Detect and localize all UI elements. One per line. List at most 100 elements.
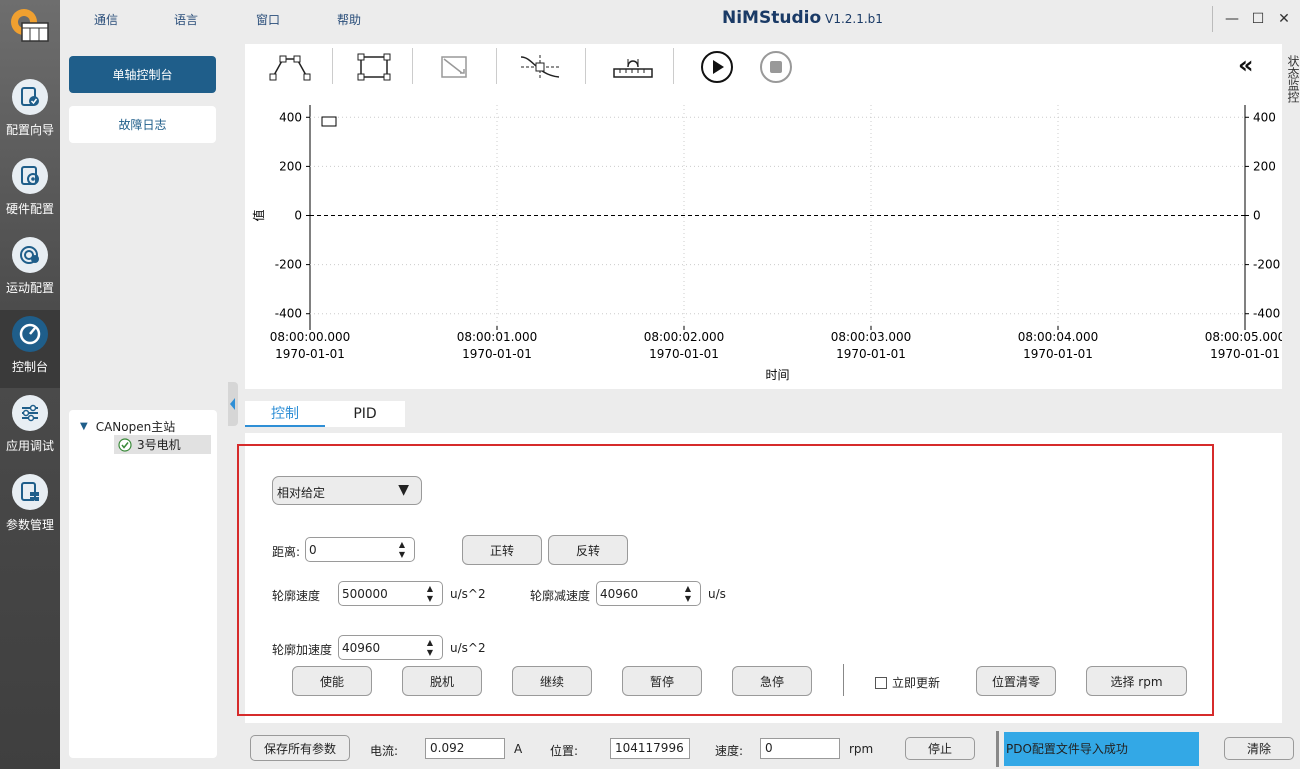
stop-icon <box>760 51 792 83</box>
profile-accel-spinbox[interactable]: 40960 ▲ ▼ <box>338 635 443 660</box>
rail-item-label: 参数管理 <box>5 518 54 532</box>
position-field[interactable]: 104117996 <box>610 738 690 759</box>
menu-window[interactable]: 窗口 <box>256 11 280 28</box>
ruler-measure-icon <box>613 59 653 78</box>
y-axis-label: 值 <box>251 209 266 221</box>
profile-speed-spinbox[interactable]: 500000 ▲ ▼ <box>338 581 443 606</box>
menu-communication[interactable]: 通信 <box>94 11 118 28</box>
collapse-left-panel-tab[interactable] <box>228 382 238 426</box>
resume-button[interactable]: 继续 <box>512 666 592 696</box>
bezier-path-icon <box>269 55 311 81</box>
stop-button[interactable]: 停止 <box>905 737 975 760</box>
reverse-button[interactable]: 反转 <box>548 535 628 565</box>
update-now-checkbox[interactable]: 立即更新 <box>875 674 940 691</box>
pause-button[interactable]: 暂停 <box>622 666 702 696</box>
rail-item-app-debug[interactable]: 应用调试 <box>0 389 60 467</box>
tree-child-label: 3号电机 <box>137 438 181 452</box>
param-manage-icon <box>21 482 39 501</box>
tree-root[interactable]: ▼ CANopen主站 <box>80 418 175 435</box>
current-field[interactable]: 0.092 <box>425 738 505 759</box>
x-tick-label-time: 08:00:04.000 <box>1018 330 1099 344</box>
hardware-config-icon <box>21 166 39 185</box>
title-bar: 通信 语言 窗口 帮助 NiMStudio V1.2.1.b1 — ☐ ✕ <box>60 0 1300 38</box>
enable-button[interactable]: 使能 <box>292 666 372 696</box>
zoom-tool-button[interactable] <box>430 49 480 85</box>
x-tick-label-time: 08:00:01.000 <box>457 330 538 344</box>
y-tick-label-right: 0 <box>1253 209 1261 223</box>
close-button[interactable]: ✕ <box>1274 9 1294 29</box>
status-monitor-tab[interactable]: 状态监控 <box>1283 55 1300 103</box>
profile-accel-label: 轮廓加速度 <box>272 643 333 657</box>
collapse-right-panel-button[interactable]: « <box>1238 51 1254 79</box>
stop-record-button[interactable] <box>758 49 794 85</box>
console-gauge-icon <box>19 323 41 345</box>
tree-child-motor[interactable]: 3号电机 <box>114 435 211 454</box>
cursor-tool-button[interactable] <box>517 49 563 85</box>
spin-arrows-icon[interactable]: ▲ ▼ <box>421 584 439 604</box>
spin-arrows-icon[interactable]: ▲ ▼ <box>393 540 411 560</box>
tab-control[interactable]: 控制 <box>245 401 325 427</box>
emergency-stop-button[interactable]: 急停 <box>732 666 812 696</box>
rail-item-param-manage[interactable]: 参数管理 <box>0 468 60 546</box>
chevron-left-icon <box>230 398 235 410</box>
minimize-button[interactable]: — <box>1222 9 1242 29</box>
save-all-params-button[interactable]: 保存所有参数 <box>250 735 350 761</box>
profile-decel-label: 轮廓减速度 <box>530 589 591 603</box>
menu-language[interactable]: 语言 <box>174 11 198 28</box>
profile-decel-value: 40960 <box>600 587 639 601</box>
forward-button[interactable]: 正转 <box>462 535 542 565</box>
tab-pid[interactable]: PID <box>325 401 405 427</box>
distance-value: 0 <box>309 543 317 557</box>
rail-item-label: 配置向导 <box>5 123 54 137</box>
position-label: 位置: <box>550 744 579 758</box>
x-tick-label-time: 08:00:05.000 <box>1205 330 1282 344</box>
curve-cursor-icon <box>520 55 560 79</box>
check-circle-icon <box>118 437 132 452</box>
y-tick-label-right: 400 <box>1253 110 1276 124</box>
spin-arrows-icon[interactable]: ▲ ▼ <box>679 584 697 604</box>
speed-field[interactable]: 0 <box>760 738 840 759</box>
maximize-button[interactable]: ☐ <box>1248 9 1268 29</box>
x-tick-label-date: 1970-01-01 <box>1023 347 1093 361</box>
ruler-tool-button[interactable] <box>607 49 659 85</box>
speed-unit: rpm <box>849 742 874 756</box>
current-label: 电流: <box>370 744 399 758</box>
rail-item-config-wizard[interactable]: 配置向导 <box>0 73 60 151</box>
realtime-chart: 400 400 200 200 0 0 -200 -200 -400 -400 08:00:00.0… <box>245 89 1285 389</box>
status-message: PDO配置文件导入成功 <box>1004 732 1199 766</box>
profile-decel-spinbox[interactable]: 40960 ▲ ▼ <box>596 581 701 606</box>
app-title: NiMStudio V1.2.1.b1 <box>722 8 883 28</box>
single-axis-console-button[interactable]: 单轴控制台 <box>69 56 216 93</box>
x-tick-label-time: 08:00:00.000 <box>270 330 351 344</box>
path-tool-button[interactable] <box>265 49 315 85</box>
menu-help[interactable]: 帮助 <box>337 11 361 28</box>
fault-log-button[interactable]: 故障日志 <box>69 106 216 143</box>
spin-arrows-icon[interactable]: ▲ ▼ <box>421 638 439 658</box>
motion-config-icon <box>20 246 39 264</box>
y-tick-label-right: -200 <box>1253 258 1280 272</box>
expand-arrow-icon[interactable]: ▼ <box>80 421 88 432</box>
select-box-tool-button[interactable] <box>350 49 398 85</box>
profile-accel-unit: u/s^2 <box>450 641 486 655</box>
rail-item-hardware-config[interactable]: 硬件配置 <box>0 152 60 230</box>
distance-spinbox[interactable]: 0 ▲ ▼ <box>305 537 415 562</box>
select-rpm-button[interactable]: 选择 rpm <box>1086 666 1187 696</box>
play-button[interactable] <box>699 49 735 85</box>
chart-svg: 400 400 200 200 0 0 -200 -200 -400 -400 08:00:00.0… <box>251 105 1285 382</box>
clear-log-button[interactable]: 清除 <box>1224 737 1294 760</box>
rail-item-motion-config[interactable]: 运动配置 <box>0 231 60 309</box>
chevron-down-icon: ▼ <box>398 482 409 498</box>
play-icon <box>701 51 733 83</box>
mode-dropdown-value: 相对给定 <box>277 486 326 500</box>
rail-item-label: 控制台 <box>11 360 48 374</box>
app-version: V1.2.1.b1 <box>825 12 883 26</box>
mode-dropdown[interactable]: 相对给定 ▼ <box>272 476 422 505</box>
y-tick-label-left: 400 <box>279 110 302 124</box>
disengage-button[interactable]: 脱机 <box>402 666 482 696</box>
clear-position-button[interactable]: 位置清零 <box>976 666 1056 696</box>
y-tick-label-left: 0 <box>294 209 302 223</box>
x-tick-label-date: 1970-01-01 <box>836 347 906 361</box>
checkbox-box[interactable] <box>875 676 887 689</box>
rail-item-console[interactable]: 控制台 <box>0 310 60 388</box>
profile-speed-unit: u/s^2 <box>450 587 486 601</box>
